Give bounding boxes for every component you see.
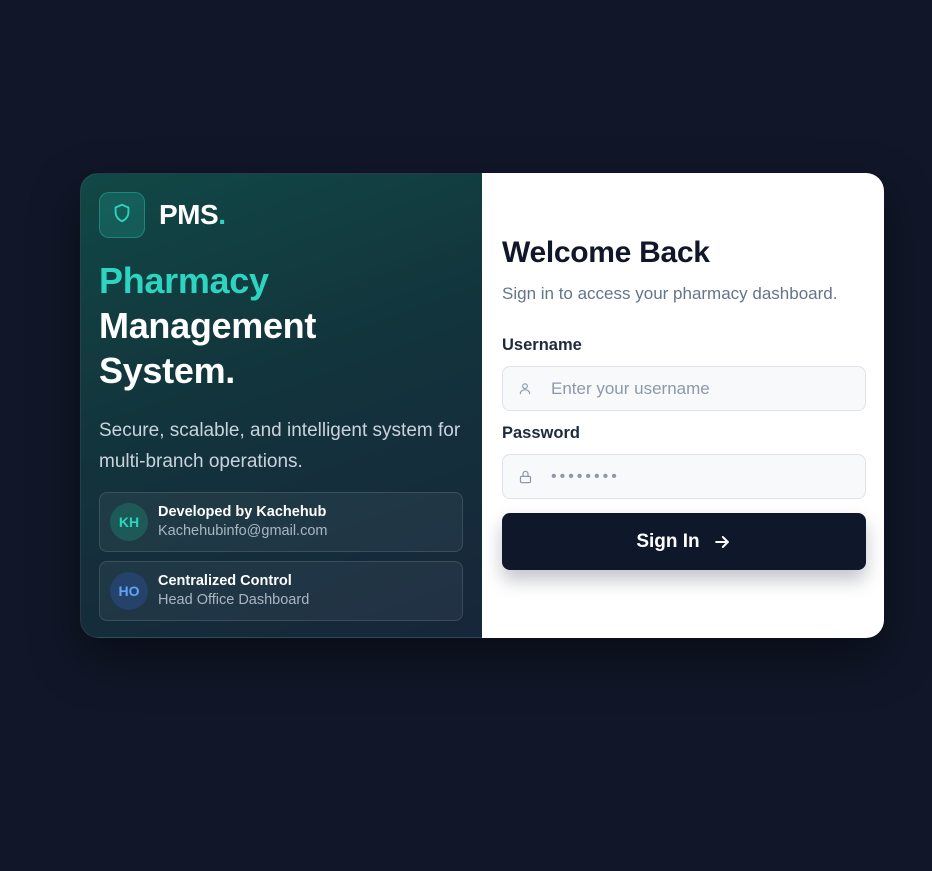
login-card: PMS. Pharmacy Management System. Secure,… bbox=[80, 173, 884, 638]
user-icon bbox=[517, 381, 533, 397]
arrow-right-icon bbox=[712, 532, 732, 552]
hero-line-2: Management bbox=[99, 305, 317, 346]
info-card-subtitle: Kachehubinfo@gmail.com bbox=[158, 523, 328, 539]
info-card-title: Centralized Control bbox=[158, 573, 292, 589]
sign-in-label: Sign In bbox=[636, 530, 700, 552]
brand-dot: . bbox=[218, 199, 226, 230]
login-panel: Welcome Back Sign in to access your phar… bbox=[482, 173, 884, 638]
hero-line-3: System. bbox=[99, 350, 235, 391]
lock-icon bbox=[517, 469, 533, 485]
info-card-control: HO Centralized Control Head Office Dashb… bbox=[99, 561, 463, 621]
username-field-wrapper[interactable] bbox=[502, 366, 866, 411]
username-input[interactable] bbox=[551, 367, 851, 410]
login-subtitle: Sign in to access your pharmacy dashboar… bbox=[502, 284, 838, 303]
info-card-text: Developed by Kachehub Kachehubinfo@gmail… bbox=[158, 503, 327, 541]
sign-in-button[interactable]: Sign In bbox=[502, 513, 866, 570]
login-title: Welcome Back bbox=[502, 236, 710, 269]
hero-headline: Pharmacy Management System. bbox=[99, 258, 464, 393]
username-label: Username bbox=[502, 336, 582, 354]
brand-name-text: PMS bbox=[159, 199, 219, 230]
avatar: KH bbox=[110, 503, 148, 541]
info-card-subtitle: Head Office Dashboard bbox=[158, 592, 310, 608]
info-card-text: Centralized Control Head Office Dashboar… bbox=[158, 572, 309, 610]
hero-line-1: Pharmacy bbox=[99, 260, 269, 301]
brand-panel: PMS. Pharmacy Management System. Secure,… bbox=[80, 173, 482, 638]
password-input[interactable] bbox=[551, 455, 851, 498]
avatar: HO bbox=[110, 572, 148, 610]
info-card-developer: KH Developed by Kachehub Kachehubinfo@gm… bbox=[99, 492, 463, 552]
shield-icon bbox=[111, 202, 133, 229]
password-label: Password bbox=[502, 424, 580, 442]
info-card-title: Developed by Kachehub bbox=[158, 504, 327, 520]
brand-header: PMS. bbox=[99, 192, 464, 238]
brand-name: PMS. bbox=[159, 199, 226, 231]
password-field-wrapper[interactable] bbox=[502, 454, 866, 499]
hero-tagline: Secure, scalable, and intelligent system… bbox=[99, 420, 461, 472]
brand-logo bbox=[99, 192, 145, 238]
